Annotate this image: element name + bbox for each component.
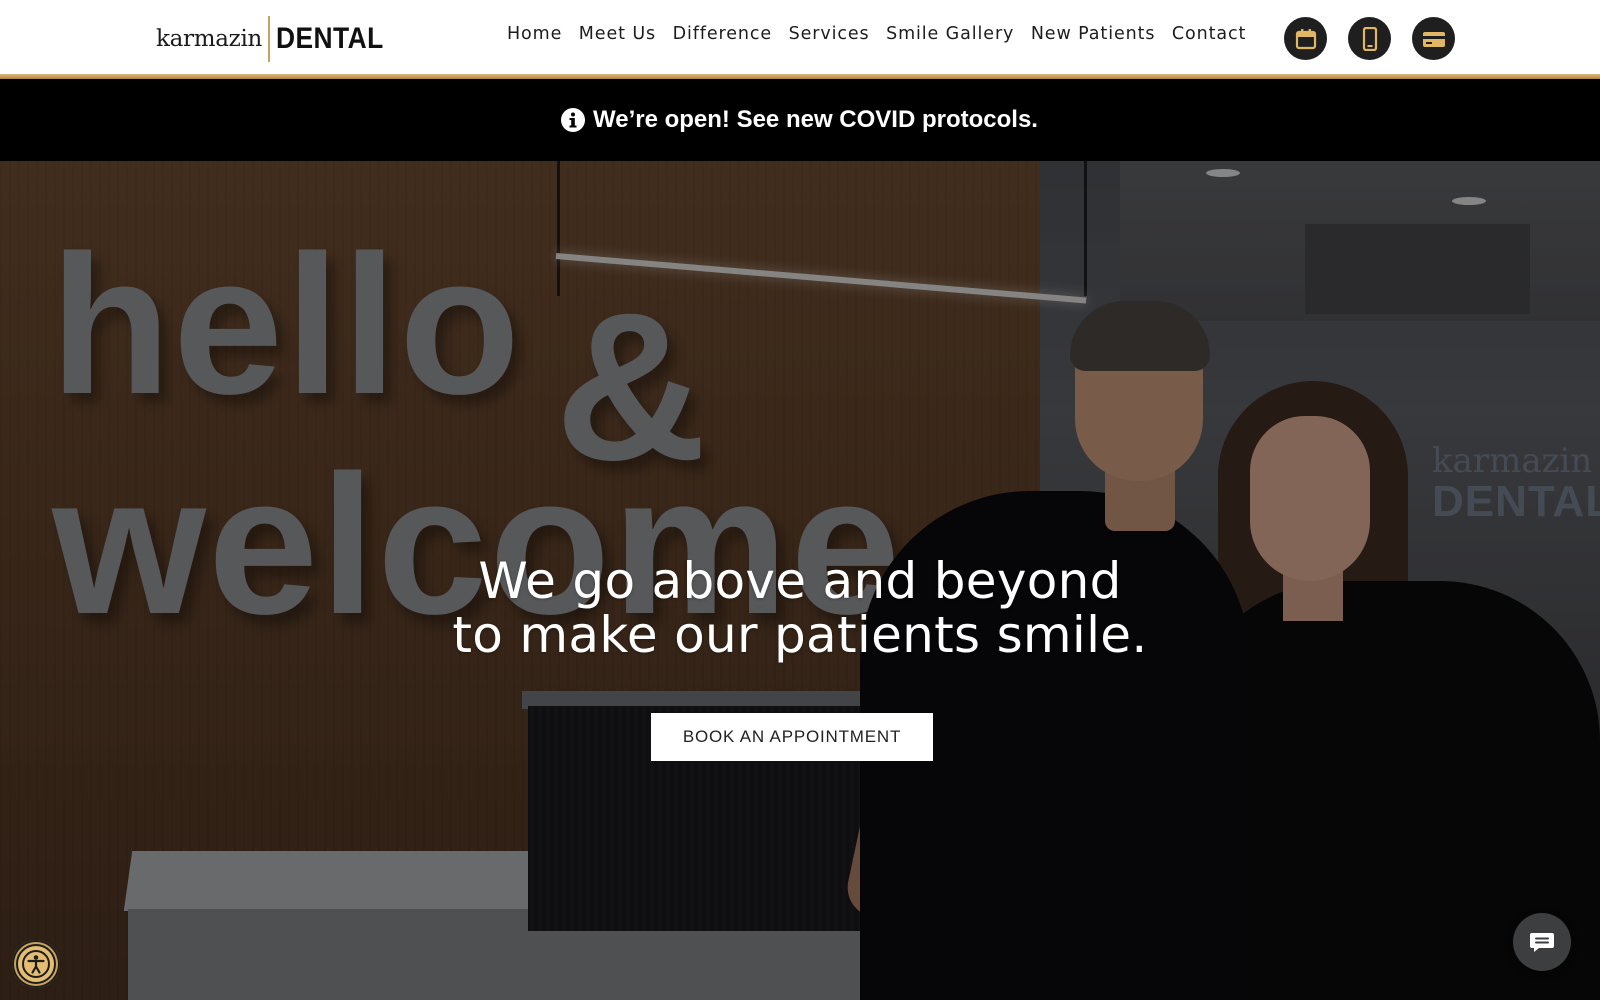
hero-section: hello & welcome. karmazin DENTAL We go a… (0, 161, 1600, 1000)
logo-divider (268, 16, 271, 62)
site-logo[interactable]: karmazin DENTAL (156, 16, 399, 62)
main-nav: Home Meet Us Difference Services Smile G… (507, 24, 1263, 44)
announcement-text: We’re open! See new COVID protocols. (593, 106, 1038, 133)
nav-contact[interactable]: Contact (1172, 24, 1246, 44)
nav-smile-gallery[interactable]: Smile Gallery (886, 24, 1014, 44)
hero-headline: We go above and beyond to make our patie… (0, 554, 1600, 662)
announcement-content: We’re open! See new COVID protocols. (561, 106, 1038, 134)
phone-button[interactable] (1348, 17, 1391, 60)
accessibility-icon (22, 950, 50, 978)
calendar-button[interactable] (1284, 17, 1327, 60)
accessibility-button[interactable] (12, 940, 60, 988)
book-appointment-button[interactable]: BOOK AN APPOINTMENT (651, 713, 933, 761)
credit-card-icon (1422, 31, 1445, 47)
site-header: karmazin DENTAL Home Meet Us Difference … (0, 0, 1600, 74)
hero-headline-line-1: We go above and beyond (478, 552, 1122, 610)
logo-script-text: karmazin (156, 26, 263, 52)
nav-new-patients[interactable]: New Patients (1031, 24, 1156, 44)
calendar-icon (1295, 28, 1316, 49)
announcement-bar[interactable]: We’re open! See new COVID protocols. (0, 79, 1600, 161)
nav-meet-us[interactable]: Meet Us (579, 24, 656, 44)
nav-services[interactable]: Services (789, 24, 870, 44)
accessibility-button-inner (16, 944, 56, 984)
info-icon (561, 108, 585, 132)
phone-icon (1362, 26, 1377, 51)
logo-strong-text: DENTAL (276, 22, 384, 55)
nav-home[interactable]: Home (507, 24, 562, 44)
chat-icon (1530, 933, 1554, 952)
payment-button[interactable] (1412, 17, 1455, 60)
nav-difference[interactable]: Difference (673, 24, 772, 44)
chat-button[interactable] (1513, 913, 1571, 971)
hero-headline-line-2: to make our patients smile. (452, 606, 1148, 664)
